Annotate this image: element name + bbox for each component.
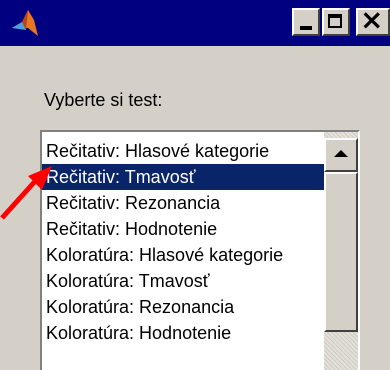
test-list[interactable]: Rečitativ: Hlasové kategorie Rečitativ: T… <box>42 132 328 346</box>
red-arrow-annotation <box>0 166 52 220</box>
maximize-button[interactable] <box>322 8 350 36</box>
maximize-icon <box>328 14 342 28</box>
scrollbar-thumb[interactable] <box>324 172 358 332</box>
minimize-button[interactable] <box>292 8 320 36</box>
test-listbox[interactable]: Rečitativ: Hlasové kategorie Rečitativ: T… <box>40 130 360 370</box>
matlab-logo-icon <box>12 10 38 36</box>
scroll-up-button[interactable] <box>324 138 358 172</box>
arrow-up-icon <box>334 150 348 157</box>
list-item[interactable]: Rečitativ: Rezonancia <box>42 190 328 216</box>
list-item[interactable]: Koloratúra: Rezonancia <box>42 294 328 320</box>
list-item[interactable]: Rečitativ: Hlasové kategorie <box>42 138 328 164</box>
list-item[interactable]: Koloratúra: Hodnotenie <box>42 320 328 346</box>
close-icon: × <box>360 3 384 36</box>
list-item[interactable]: Koloratúra: Tmavosť <box>42 268 328 294</box>
close-button[interactable]: × <box>356 3 390 36</box>
vertical-scrollbar[interactable] <box>324 132 358 370</box>
list-item[interactable]: Rečitativ: Hodnotenie <box>42 216 328 242</box>
minimize-icon <box>300 26 312 30</box>
list-item[interactable]: Koloratúra: Hlasové kategorie <box>42 242 328 268</box>
list-item[interactable]: Rečitativ: Tmavosť <box>42 164 328 190</box>
title-bar[interactable]: × <box>0 0 390 46</box>
test-select-label: Vyberte si test: <box>44 90 163 110</box>
